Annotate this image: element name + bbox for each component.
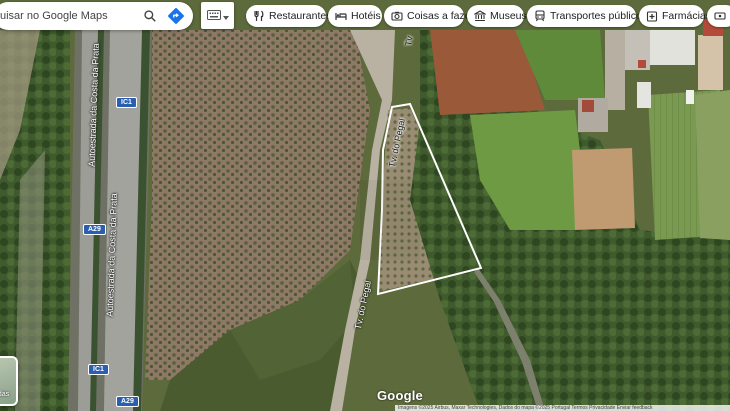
keyboard-icon (206, 7, 221, 25)
chip-label: Coisas a fazer (407, 10, 475, 22)
chip-things-to-do[interactable]: Coisas a fazer (384, 5, 474, 27)
road-shield: A29 (116, 396, 139, 407)
street-label: Tv (403, 35, 415, 47)
chip-label: Farmácias (662, 10, 712, 22)
chip-hotels[interactable]: Hotéis (328, 5, 382, 27)
chip-label: Hotéis (351, 10, 381, 22)
road-shield: IC1 (116, 97, 137, 108)
pharmacy-icon (646, 10, 658, 22)
attribution-bar[interactable]: Imagens ©2025 Airbus, Maxar Technologies… (395, 405, 730, 411)
camera-icon (391, 10, 403, 22)
google-logo: Google (377, 388, 423, 403)
chip-museums[interactable]: Museus (467, 5, 527, 27)
transit-icon (534, 10, 546, 22)
road-shield: IC1 (88, 364, 109, 375)
layers-label: adas (0, 391, 10, 398)
chip-atm[interactable]: M (707, 5, 730, 27)
search-icon[interactable] (137, 2, 163, 30)
chip-pharmacies[interactable]: Farmácias (639, 5, 711, 27)
keyboard-toggle[interactable] (201, 2, 234, 29)
chevron-down-icon (222, 7, 229, 25)
chip-label: Museus (490, 10, 527, 22)
search-input[interactable] (0, 10, 137, 22)
layers-switcher[interactable]: adas (0, 356, 18, 406)
chip-public-transport[interactable]: Transportes públicos (527, 5, 647, 27)
chip-label: Transportes públicos (550, 10, 648, 22)
museum-icon (474, 10, 486, 22)
chip-label: Restaurantes (269, 10, 332, 22)
directions-icon[interactable] (163, 2, 189, 30)
restaurant-icon (253, 10, 265, 22)
hotel-icon (335, 10, 347, 22)
atm-icon (714, 10, 726, 22)
road-shield: A29 (83, 224, 106, 235)
search-box[interactable] (0, 2, 193, 30)
chip-restaurants[interactable]: Restaurantes (246, 5, 331, 27)
